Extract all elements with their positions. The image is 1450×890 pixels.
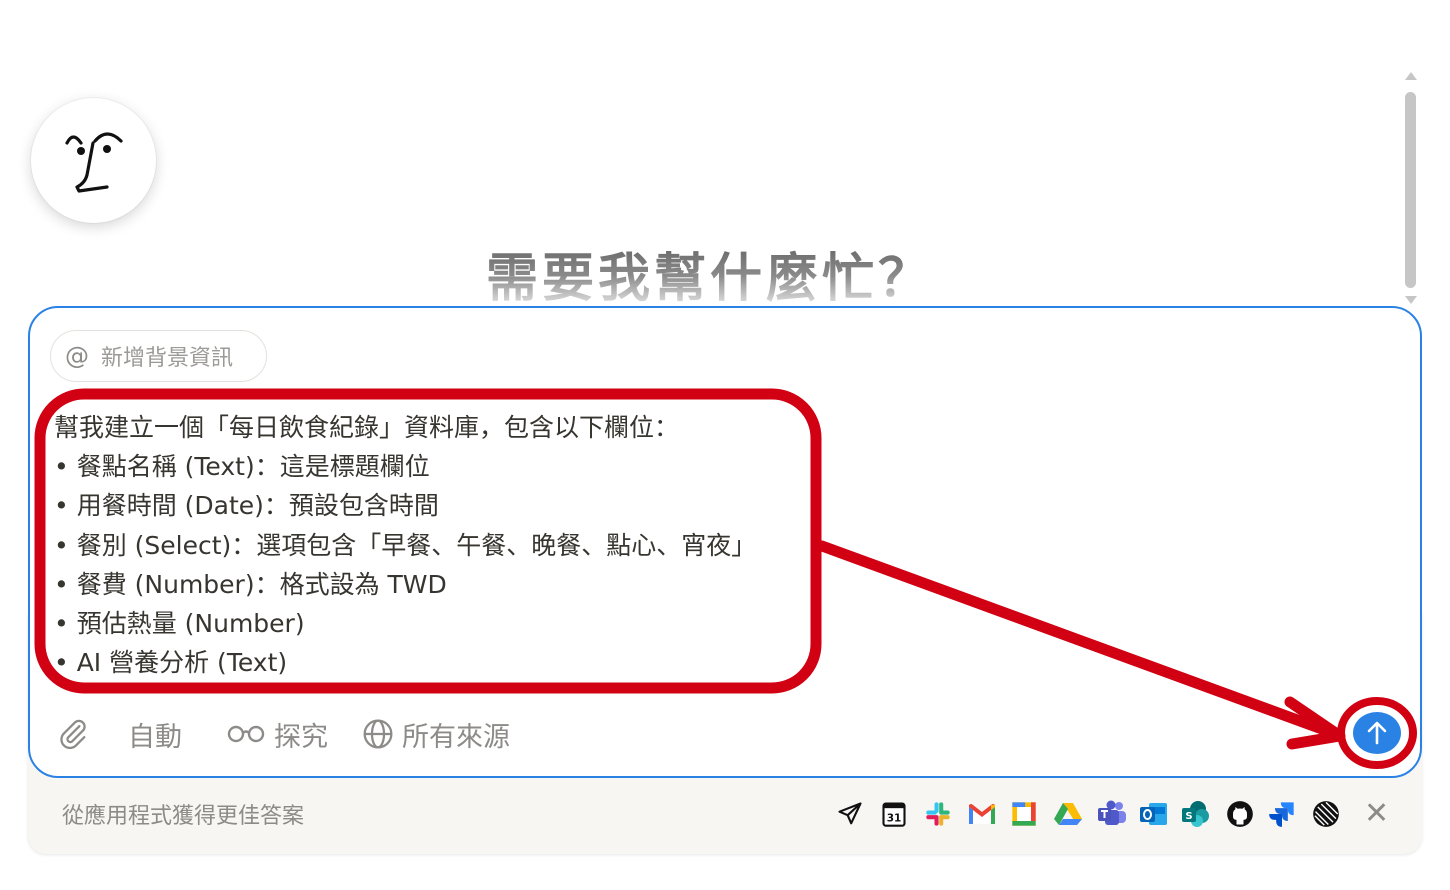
sources-button[interactable]: 所有來源 xyxy=(362,715,510,754)
calendar-day: 31 xyxy=(887,813,902,825)
scroll-up-arrow[interactable] xyxy=(1405,72,1417,80)
box-icon[interactable] xyxy=(1008,798,1040,830)
github-icon[interactable] xyxy=(1224,798,1256,830)
prompt-line: • 餐別 (Select)：選項包含「早餐、午餐、晚餐、點心、宵夜」 xyxy=(54,530,757,560)
google-drive-icon[interactable] xyxy=(1052,798,1084,830)
paperclip-icon xyxy=(60,719,86,750)
research-button[interactable]: 探究 xyxy=(226,715,328,754)
apps-promo-text: 從應用程式獲得更佳答案 xyxy=(62,804,305,829)
prompt-line: • AI 營養分析 (Text) xyxy=(54,648,288,678)
prompt-line: • 餐點名稱 (Text)：這是標題欄位 xyxy=(54,452,430,482)
close-icon[interactable]: ✕ xyxy=(1364,796,1389,832)
prompt-line: • 預估熱量 (Number) xyxy=(54,608,305,638)
page: 需要我幫什麼忙？ @ 新增背景資訊 幫我建立一個「每日飲食紀錄」資料庫，包含以下… xyxy=(0,0,1450,890)
attach-button[interactable] xyxy=(56,717,90,751)
face-logo-icon xyxy=(64,131,123,193)
research-label: 探究 xyxy=(274,721,328,753)
at-icon: @ xyxy=(65,342,89,370)
calendar-icon[interactable]: 31 xyxy=(878,798,910,830)
mode-auto-button[interactable]: 自動 xyxy=(128,715,182,754)
slack-icon[interactable] xyxy=(922,798,954,830)
linear-icon[interactable] xyxy=(1310,798,1342,830)
svg-text:S: S xyxy=(1185,811,1192,822)
prompt-line: • 餐費 (Number)：格式設為 TWD xyxy=(54,569,447,599)
add-context-label: 新增背景資訊 xyxy=(101,346,234,371)
mode-label: 自動 xyxy=(128,721,182,753)
globe-icon xyxy=(363,719,393,749)
glasses-icon xyxy=(227,725,265,743)
outlook-icon[interactable] xyxy=(1138,798,1170,830)
arrow-up-icon xyxy=(1367,721,1387,745)
sources-label: 所有來源 xyxy=(402,721,510,753)
gmail-icon[interactable] xyxy=(966,798,998,830)
prompt-line: • 用餐時間 (Date)：預設包含時間 xyxy=(54,491,439,521)
teams-icon[interactable] xyxy=(1096,798,1128,830)
add-context-button[interactable]: @ 新增背景資訊 xyxy=(50,330,267,382)
assistant-avatar xyxy=(31,98,156,223)
sharepoint-icon[interactable]: S xyxy=(1180,798,1212,830)
page-title: 需要我幫什麼忙？ xyxy=(0,236,1420,302)
jira-icon[interactable] xyxy=(1266,798,1298,830)
send-icon[interactable] xyxy=(834,798,866,830)
prompt-line: 幫我建立一個「每日飲食紀錄」資料庫，包含以下欄位： xyxy=(54,413,680,442)
send-button[interactable] xyxy=(1353,712,1401,754)
prompt-text[interactable]: 幫我建立一個「每日飲食紀錄」資料庫，包含以下欄位： • 餐點名稱 (Text)：… xyxy=(54,408,814,682)
